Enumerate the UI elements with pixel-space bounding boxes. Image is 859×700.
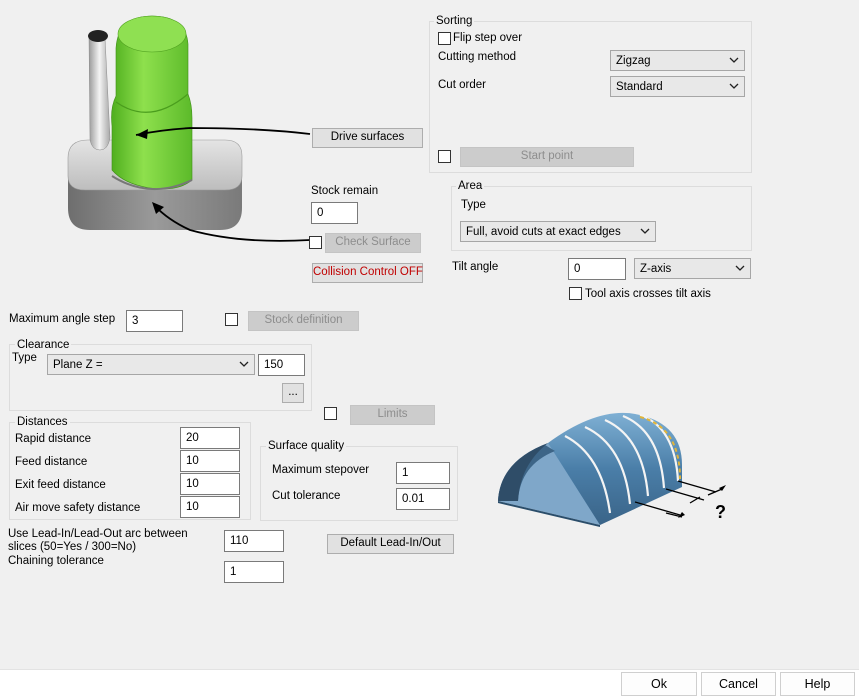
check-surface-checkbox[interactable] <box>309 236 322 249</box>
default-lead-in-out-button[interactable]: Default Lead-In/Out <box>327 534 454 554</box>
max-stepover-input[interactable]: 1 <box>396 462 450 484</box>
stock-remain-label: Stock remain <box>311 185 379 197</box>
max-angle-step-label: Maximum angle step <box>9 313 116 325</box>
air-move-safety-distance-input[interactable]: 10 <box>180 496 240 518</box>
sorting-title: Sorting <box>434 15 475 27</box>
limits-checkbox[interactable] <box>324 407 337 420</box>
clearance-type-value: Plane Z = <box>53 359 103 371</box>
cutting-method-label: Cutting method <box>438 51 516 63</box>
stock-definition-checkbox[interactable] <box>225 313 238 326</box>
clearance-title: Clearance <box>15 339 72 351</box>
lead-in-label: Use Lead-In/Lead-Out arc between slices … <box>8 528 188 553</box>
collision-control-button[interactable]: Collision Control OFF <box>312 263 423 283</box>
cutting-method-value: Zigzag <box>616 55 651 67</box>
chevron-down-icon <box>640 228 650 234</box>
tilt-axis-value: Z-axis <box>640 263 672 275</box>
lead-in-input[interactable]: 110 <box>224 530 284 552</box>
exit-feed-distance-input[interactable]: 10 <box>180 473 240 495</box>
stock-remain-input[interactable]: 0 <box>311 202 358 224</box>
drive-surfaces-button[interactable]: Drive surfaces <box>312 128 423 148</box>
tilt-angle-label: Tilt angle <box>452 261 499 273</box>
air-move-safety-distance-label: Air move safety distance <box>15 502 141 514</box>
stock-definition-button[interactable]: Stock definition <box>248 311 359 331</box>
chaining-tolerance-input[interactable]: 1 <box>224 561 284 583</box>
feed-distance-label: Feed distance <box>15 456 88 468</box>
cancel-button[interactable]: Cancel <box>701 672 776 696</box>
distances-title: Distances <box>15 416 70 428</box>
clearance-type-select[interactable]: Plane Z = <box>47 354 255 375</box>
stepover-illustration: ? <box>498 412 726 527</box>
flip-step-over-checkbox[interactable] <box>438 32 451 45</box>
clearance-value-input[interactable]: 150 <box>258 354 305 376</box>
chaining-tolerance-label: Chaining tolerance <box>8 555 104 567</box>
cut-order-select[interactable]: Standard <box>610 76 745 97</box>
chevron-down-icon <box>729 57 739 63</box>
cut-order-value: Standard <box>616 81 663 93</box>
tool-axis-crosses-checkbox[interactable] <box>569 287 582 300</box>
surface-quality-title: Surface quality <box>266 440 347 452</box>
rapid-distance-label: Rapid distance <box>15 433 92 445</box>
start-point-button[interactable]: Start point <box>460 147 634 167</box>
cut-tolerance-input[interactable]: 0.01 <box>396 488 450 510</box>
tilt-axis-select[interactable]: Z-axis <box>634 258 751 279</box>
area-type-select[interactable]: Full, avoid cuts at exact edges <box>460 221 656 242</box>
tilt-angle-input[interactable]: 0 <box>568 258 626 280</box>
help-button[interactable]: Help <box>780 672 855 696</box>
cut-order-label: Cut order <box>438 79 486 91</box>
cutting-method-select[interactable]: Zigzag <box>610 50 745 71</box>
ok-button[interactable]: Ok <box>621 672 697 696</box>
clearance-type-label: Type <box>12 352 37 364</box>
max-stepover-label: Maximum stepover <box>272 464 370 476</box>
cut-tolerance-label: Cut tolerance <box>272 490 341 502</box>
chevron-down-icon <box>735 265 745 271</box>
chevron-down-icon <box>729 83 739 89</box>
area-title: Area <box>456 180 485 192</box>
tool-axis-crosses-label: Tool axis crosses tilt axis <box>585 288 711 300</box>
max-angle-step-input[interactable]: 3 <box>126 310 183 332</box>
tool-part-illustration <box>67 15 311 242</box>
chevron-down-icon <box>239 361 249 367</box>
area-type-value: Full, avoid cuts at exact edges <box>466 226 621 238</box>
check-surface-button[interactable]: Check Surface <box>325 233 421 253</box>
feed-distance-input[interactable]: 10 <box>180 450 240 472</box>
rapid-distance-input[interactable]: 20 <box>180 427 240 449</box>
question-mark-label: ? <box>715 502 726 522</box>
clearance-more-button[interactable]: ... <box>282 383 304 403</box>
area-type-label: Type <box>461 199 486 211</box>
flip-step-over-label: Flip step over <box>453 32 523 44</box>
limits-button[interactable]: Limits <box>350 405 435 425</box>
start-point-checkbox[interactable] <box>438 150 451 163</box>
exit-feed-distance-label: Exit feed distance <box>15 479 106 491</box>
